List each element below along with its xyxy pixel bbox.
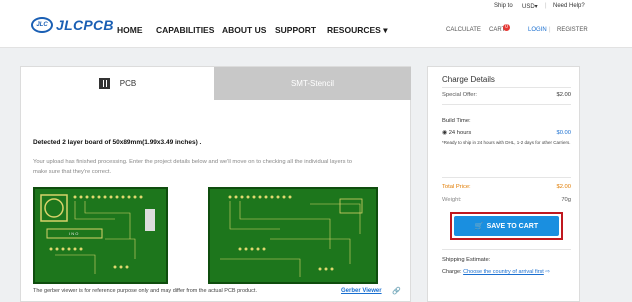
logo-badge: JLC <box>31 17 53 33</box>
nav-support[interactable]: SUPPORT <box>275 25 316 35</box>
cart-icon: 🛒 <box>474 223 484 230</box>
save-to-cart-label: SAVE TO CART <box>486 222 539 230</box>
pcb-bottom-preview[interactable] <box>208 187 378 284</box>
tab-pcb-label: PCB <box>119 79 137 88</box>
calculate-link[interactable]: CALCULATE <box>446 27 481 33</box>
total-price-row: Total Price: $2.00 <box>442 184 571 190</box>
login-link[interactable]: LOGIN <box>528 27 547 33</box>
charge-details-title: Charge Details <box>442 75 495 84</box>
tab-smt-label: SMT-Stencil <box>290 79 335 88</box>
pcb-top-preview[interactable]: I N O <box>33 187 168 284</box>
top-navigation-bar: JLC JLCPCB HOME CAPABILITIES ABOUT US SU… <box>0 0 632 48</box>
tab-smt-stencil[interactable]: SMT-Stencil <box>214 67 411 100</box>
build-time-note: *Ready to ship in 24 hours with DHL, 1-2… <box>442 140 571 145</box>
tab-pcb[interactable]: PCB <box>21 67 214 100</box>
nav-resources[interactable]: RESOURCES ▾ <box>327 25 387 36</box>
special-offer-value: $2.00 <box>556 92 571 98</box>
currency-select[interactable]: USD▾ <box>522 3 538 10</box>
weight-label: Weight: <box>442 197 462 203</box>
jlcpcb-logo[interactable]: JLC JLCPCB <box>31 17 114 33</box>
total-price-label: Total Price: <box>442 184 471 190</box>
divider: | <box>545 3 547 9</box>
divider <box>442 249 571 250</box>
total-price-value: $2.00 <box>556 184 571 190</box>
need-help-link[interactable]: Need Help? <box>553 3 585 9</box>
divider <box>442 87 571 88</box>
upload-description: Your upload has finished processing. Ent… <box>33 159 352 175</box>
special-offer-row: Special Offer: $2.00 <box>442 92 571 98</box>
logo-text: JLCPCB <box>56 17 114 33</box>
charge-details-panel: Charge Details Special Offer: $2.00 Buil… <box>427 66 580 302</box>
cart-count-badge: 0 <box>503 24 510 31</box>
weight-row: Weight: 70g <box>442 197 571 203</box>
chevron-right-icon[interactable]: ⇨ <box>545 269 550 275</box>
link-icon[interactable]: 🔗 <box>392 287 401 295</box>
upload-panel: PCB SMT-Stencil Detected 2 layer board o… <box>20 66 411 302</box>
divider <box>442 177 571 178</box>
nav-capabilities[interactable]: CAPABILITIES <box>156 25 214 35</box>
build-time-label: Build Time: <box>442 118 471 124</box>
nav-home[interactable]: HOME <box>117 25 143 35</box>
gerber-viewer-link[interactable]: Gerber Viewer <box>341 288 382 294</box>
build-time-option-label: 24 hours <box>448 130 472 136</box>
choose-country-link[interactable]: Choose the country of arrival first <box>463 269 544 275</box>
radio-selected-icon[interactable]: ◉ <box>442 130 447 136</box>
pcb-bottom-image <box>210 189 376 282</box>
charge-label: Charge: <box>442 269 462 275</box>
special-offer-label: Special Offer: <box>442 92 478 98</box>
register-link[interactable]: REGISTER <box>557 27 588 33</box>
weight-value: 70g <box>561 197 571 203</box>
save-to-cart-button[interactable]: 🛒 SAVE TO CART <box>454 216 559 236</box>
nav-about-us[interactable]: ABOUT US <box>222 25 266 35</box>
divider: | <box>549 27 551 33</box>
pcb-top-image: I N O <box>35 189 166 282</box>
ship-to-label: Ship to <box>494 3 513 9</box>
qr-code-icon <box>98 78 110 89</box>
viewer-disclaimer: The gerber viewer is for reference purpo… <box>33 288 257 294</box>
build-time-price: $0.00 <box>556 130 571 136</box>
detected-board-text: Detected 2 layer board of 50x89mm(1.99x3… <box>33 139 202 146</box>
svg-text:I N O: I N O <box>69 231 78 236</box>
build-time-option[interactable]: ◉ 24 hours $0.00 <box>442 130 571 136</box>
shipping-charge-row: Charge: Choose the country of arrival fi… <box>442 269 550 275</box>
shipping-estimate-label: Shipping Estimate: <box>442 257 491 263</box>
divider <box>442 104 571 105</box>
